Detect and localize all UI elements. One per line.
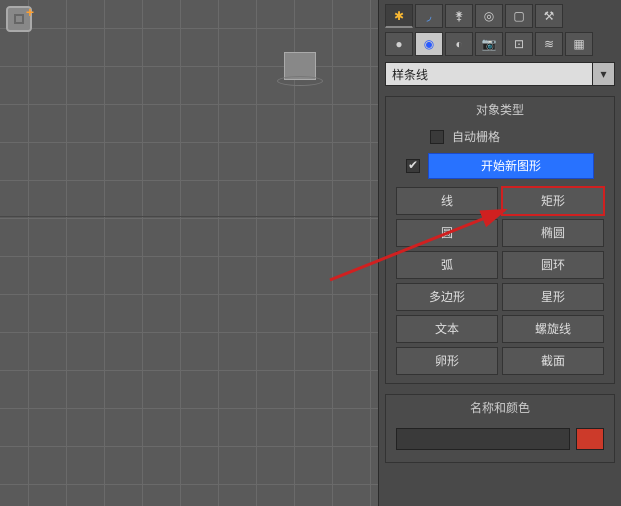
- color-swatch[interactable]: [576, 428, 604, 450]
- subtab-spacewarps[interactable]: ≋: [535, 32, 563, 56]
- btn-circle[interactable]: 圆: [396, 219, 498, 247]
- hammer-icon: ⚒: [544, 9, 555, 23]
- sun-icon: ✱: [394, 9, 404, 23]
- object-name-input[interactable]: [396, 428, 570, 450]
- tab-display[interactable]: ▢: [505, 4, 533, 28]
- light-icon: ◐: [455, 37, 462, 51]
- newshape-row: 开始新图形: [386, 153, 614, 187]
- square-icon: [14, 14, 24, 24]
- btn-arc[interactable]: 弧: [396, 251, 498, 279]
- btn-egg[interactable]: 卵形: [396, 347, 498, 375]
- viewport-object[interactable]: [280, 52, 320, 86]
- shapes-icon: ◉: [424, 37, 434, 51]
- sphere-icon: ●: [395, 37, 402, 51]
- grid-icon: ▦: [573, 37, 584, 51]
- plus-icon: +: [26, 4, 34, 20]
- chevron-down-icon: ▾: [593, 62, 615, 86]
- subtab-cameras[interactable]: 📷: [475, 32, 503, 56]
- btn-line[interactable]: 线: [396, 187, 498, 215]
- btn-polygon[interactable]: 多边形: [396, 283, 498, 311]
- viewport-grid: [0, 0, 378, 506]
- object-type-grid: 线 矩形 圆 椭圆 弧 圆环 多边形 星形 文本 螺旋线 卵形 截面: [386, 187, 614, 375]
- subtab-geometry[interactable]: ●: [385, 32, 413, 56]
- subtab-systems[interactable]: ▦: [565, 32, 593, 56]
- tab-motion[interactable]: ◎: [475, 4, 503, 28]
- rollout-name-color: 名称和颜色: [385, 394, 615, 463]
- autogrid-checkbox[interactable]: [430, 130, 444, 144]
- create-subtabs: ● ◉ ◐ 📷 ⊡ ≋ ▦: [385, 32, 615, 56]
- wheel-icon: ◎: [484, 9, 494, 23]
- rollout-title: 对象类型: [386, 97, 614, 126]
- camera-icon: 📷: [482, 37, 497, 51]
- autogrid-row[interactable]: 自动栅格: [386, 126, 614, 153]
- btn-section[interactable]: 截面: [502, 347, 604, 375]
- category-dropdown[interactable]: 样条线 ▾: [385, 62, 615, 86]
- subtab-lights[interactable]: ◐: [445, 32, 473, 56]
- wave-icon: ≋: [544, 37, 554, 51]
- btn-helix[interactable]: 螺旋线: [502, 315, 604, 343]
- tab-hierarchy[interactable]: ⚵: [445, 4, 473, 28]
- btn-rectangle[interactable]: 矩形: [502, 187, 604, 215]
- rollout-object-type: 对象类型 自动栅格 开始新图形 线 矩形 圆 椭圆 弧 圆环 多边形 星形 文本…: [385, 96, 615, 384]
- autogrid-label: 自动栅格: [452, 128, 500, 145]
- btn-text[interactable]: 文本: [396, 315, 498, 343]
- viewport-maximize-button[interactable]: +: [6, 6, 32, 32]
- subtab-helpers[interactable]: ⊡: [505, 32, 533, 56]
- newshape-button[interactable]: 开始新图形: [428, 153, 594, 179]
- tab-create[interactable]: ✱: [385, 4, 413, 28]
- object-base-disc: [277, 76, 323, 86]
- btn-donut[interactable]: 圆环: [502, 251, 604, 279]
- helper-icon: ⊡: [514, 37, 524, 51]
- rollout-title: 名称和颜色: [386, 395, 614, 424]
- tab-modify[interactable]: ◞: [415, 4, 443, 28]
- newshape-checkbox[interactable]: [406, 159, 420, 173]
- btn-star[interactable]: 星形: [502, 283, 604, 311]
- viewport-axis-horizontal: [0, 216, 378, 217]
- viewport[interactable]: +: [0, 0, 378, 506]
- panel-tabs: ✱ ◞ ⚵ ◎ ▢ ⚒: [385, 4, 615, 28]
- command-panel: ✱ ◞ ⚵ ◎ ▢ ⚒ ● ◉ ◐ 📷 ⊡ ≋ ▦ 样条线 ▾ 对象类型 自动栅…: [378, 0, 621, 506]
- subtab-shapes[interactable]: ◉: [415, 32, 443, 56]
- tab-utilities[interactable]: ⚒: [535, 4, 563, 28]
- hierarchy-icon: ⚵: [455, 9, 464, 23]
- arc-icon: ◞: [427, 9, 432, 23]
- dropdown-value: 样条线: [385, 62, 593, 86]
- btn-ellipse[interactable]: 椭圆: [502, 219, 604, 247]
- monitor-icon: ▢: [513, 9, 524, 23]
